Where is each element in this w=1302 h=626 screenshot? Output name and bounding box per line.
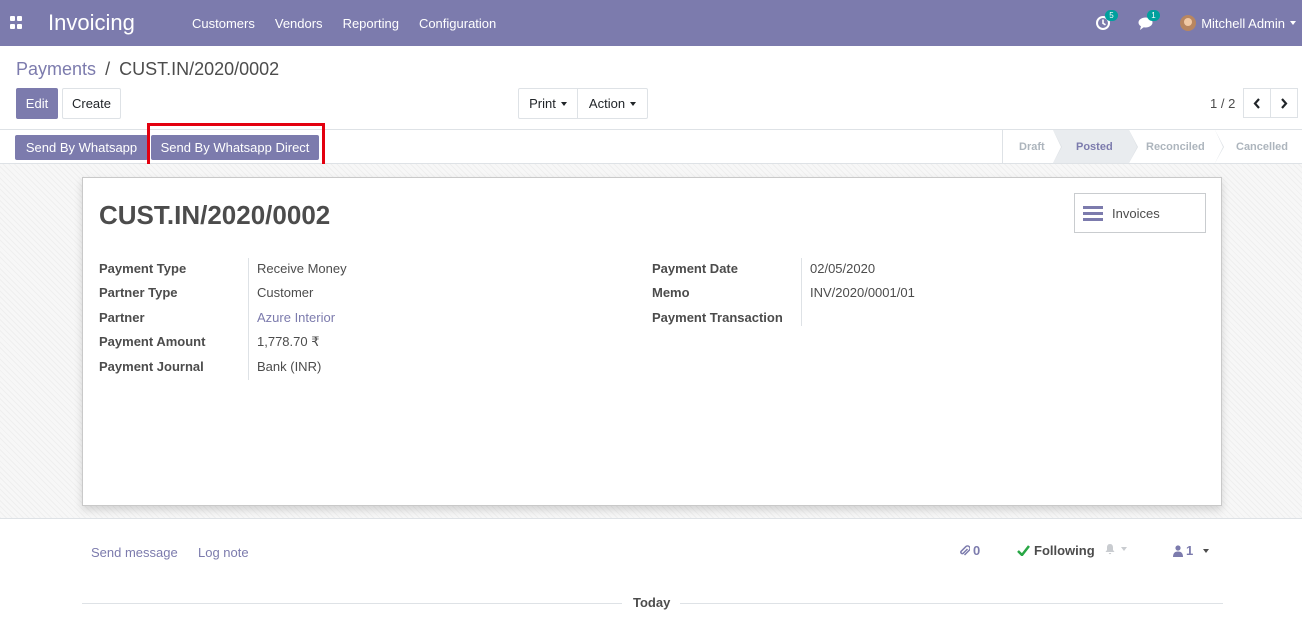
avatar	[1180, 15, 1197, 31]
messages-badge: 1	[1147, 10, 1160, 21]
divider	[801, 258, 802, 326]
left-field-group: Payment Type Receive Money Partner Type …	[99, 256, 347, 379]
send-message-button[interactable]: Send message	[91, 545, 178, 560]
app-name[interactable]: Invoicing	[48, 10, 135, 36]
apps-menu-icon[interactable]	[10, 16, 23, 29]
user-icon	[1173, 544, 1183, 557]
chevron-down-icon	[560, 101, 567, 106]
field-partner: Partner Azure Interior	[99, 305, 347, 330]
breadcrumb-payments[interactable]: Payments	[16, 59, 96, 79]
bars-icon	[1083, 205, 1103, 221]
menu-customers[interactable]: Customers	[182, 16, 265, 31]
highlight-box	[147, 123, 325, 169]
record-title: CUST.IN/2020/0002	[99, 200, 331, 230]
chevron-down-icon	[1121, 547, 1127, 551]
field-value[interactable]: Bank (INR)	[249, 359, 321, 374]
action-label: Action	[588, 96, 626, 111]
pager-value[interactable]: 1 / 2	[1210, 96, 1235, 111]
user-menu[interactable]: Mitchell Admin	[1180, 15, 1296, 31]
partner-link[interactable]: Azure Interior	[249, 310, 335, 325]
print-label: Print	[529, 96, 556, 111]
field-label: Partner	[99, 309, 145, 325]
chevron-down-icon	[1203, 548, 1210, 553]
attachments-button[interactable]: 0	[959, 543, 980, 558]
status-stages: Draft Posted Reconciled Cancelled	[1002, 130, 1302, 163]
chevron-down-icon	[630, 101, 637, 106]
activity-clock-icon[interactable]: 5	[1096, 10, 1118, 31]
field-label: Payment Type	[99, 260, 187, 276]
right-field-group: Payment Date 02/05/2020 Memo INV/2020/00…	[652, 256, 915, 330]
field-label: Payment Amount	[99, 334, 206, 350]
field-value[interactable]: Customer	[249, 285, 313, 300]
field-payment-journal: Payment Journal Bank (INR)	[99, 354, 347, 379]
field-value[interactable]: INV/2020/0001/01	[802, 285, 915, 300]
form-sheet: CUST.IN/2020/0002 Invoices Payment Type …	[82, 177, 1222, 506]
date-separator: Today	[82, 595, 1223, 611]
followers-button[interactable]: 1	[1173, 543, 1210, 558]
field-label: Partner Type	[99, 285, 178, 301]
field-value[interactable]: 1,778.70 ₹	[249, 334, 320, 350]
field-payment-date: Payment Date 02/05/2020	[652, 256, 915, 281]
field-partner-type: Partner Type Customer	[99, 281, 347, 306]
field-payment-transaction: Payment Transaction	[652, 305, 915, 330]
send-whatsapp-button[interactable]: Send By Whatsapp	[15, 135, 148, 160]
menu-reporting[interactable]: Reporting	[333, 16, 409, 31]
following-label: Following	[1034, 543, 1095, 558]
breadcrumb-current: CUST.IN/2020/0002	[119, 59, 280, 79]
chevron-right-icon	[1281, 97, 1288, 109]
followers-count: 1	[1186, 543, 1194, 558]
field-label: Payment Transaction	[652, 309, 783, 325]
systray: 5 1 Mitchell Admin	[1096, 0, 1302, 46]
chevron-down-icon	[1290, 21, 1296, 25]
main-menu: Customers Vendors Reporting Configuratio…	[182, 0, 506, 46]
field-value[interactable]: 02/05/2020	[802, 261, 875, 276]
invoices-smart-button[interactable]: Invoices	[1074, 193, 1206, 233]
messages-icon[interactable]: 1	[1138, 10, 1160, 31]
divider	[248, 258, 249, 380]
field-label: Payment Date	[652, 260, 738, 276]
invoices-label: Invoices	[1112, 205, 1160, 221]
print-dropdown[interactable]: Print	[518, 88, 578, 119]
menu-vendors[interactable]: Vendors	[265, 16, 333, 31]
field-label: Memo	[652, 285, 690, 301]
pager-next-button[interactable]	[1270, 88, 1298, 118]
log-note-button[interactable]: Log note	[198, 545, 249, 560]
stage-cancelled[interactable]: Cancelled	[1215, 130, 1302, 163]
today-label: Today	[633, 595, 671, 610]
breadcrumb-separator: /	[105, 59, 111, 79]
top-navbar: Invoicing Customers Vendors Reporting Co…	[0, 0, 1302, 46]
stage-reconciled[interactable]: Reconciled	[1129, 130, 1224, 163]
field-label: Payment Journal	[99, 358, 204, 374]
create-button[interactable]: Create	[62, 88, 121, 119]
field-payment-amount: Payment Amount 1,778.70 ₹	[99, 330, 347, 355]
menu-configuration[interactable]: Configuration	[409, 16, 506, 31]
stage-posted[interactable]: Posted	[1053, 130, 1138, 163]
pager-previous-button[interactable]	[1243, 88, 1271, 118]
field-memo: Memo INV/2020/0001/01	[652, 281, 915, 306]
bell-icon	[1105, 544, 1115, 555]
edit-button[interactable]: Edit	[16, 88, 58, 119]
paperclip-icon	[960, 545, 970, 556]
attachments-count: 0	[973, 543, 981, 558]
user-name: Mitchell Admin	[1201, 15, 1285, 31]
check-icon	[1017, 545, 1030, 556]
stage-draft[interactable]: Draft	[1003, 130, 1062, 163]
field-payment-type: Payment Type Receive Money	[99, 256, 347, 281]
action-dropdown[interactable]: Action	[577, 88, 648, 119]
following-button[interactable]: Following	[1017, 543, 1095, 558]
chevron-left-icon	[1253, 97, 1260, 109]
breadcrumb: Payments / CUST.IN/2020/0002	[16, 59, 279, 80]
field-value[interactable]: Receive Money	[249, 261, 347, 276]
notification-settings-button[interactable]	[1104, 543, 1127, 555]
activity-badge: 5	[1105, 10, 1118, 21]
